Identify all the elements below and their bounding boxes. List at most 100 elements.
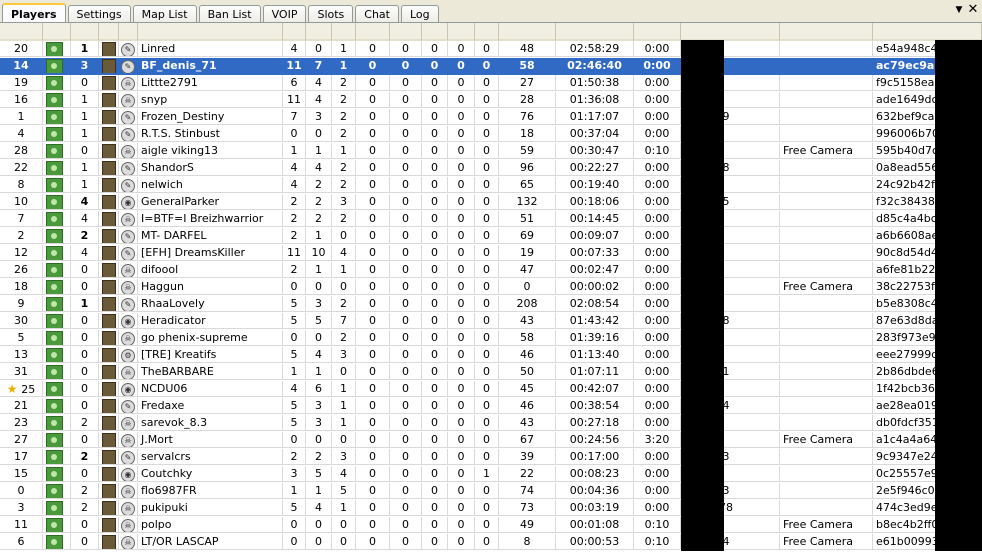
cell-s: 0 bbox=[283, 432, 306, 448]
table-row[interactable]: 201✎Linred401000004802:58:290:0055.165e5… bbox=[0, 41, 982, 58]
cell-sq: 0 bbox=[71, 381, 99, 397]
tab-map-list[interactable]: Map List bbox=[132, 5, 197, 23]
column-header-sui[interactable] bbox=[475, 23, 499, 41]
cell-p: 0 bbox=[422, 449, 448, 465]
column-header-k[interactable] bbox=[306, 23, 332, 41]
column-header-r[interactable] bbox=[99, 23, 119, 41]
rank-icon bbox=[99, 245, 119, 261]
table-row[interactable]: 60☠LT/OR LASCAP00000000800:00:530:10109.… bbox=[0, 534, 982, 551]
column-header-id[interactable] bbox=[0, 23, 43, 41]
tab-ban-list[interactable]: Ban List bbox=[198, 5, 261, 23]
column-header-vehicle[interactable] bbox=[780, 23, 873, 41]
cell-p: 0 bbox=[422, 41, 448, 57]
cell-name: servalcrs bbox=[138, 449, 283, 465]
column-header-hash[interactable] bbox=[873, 23, 982, 41]
table-row[interactable]: 10 4 ◉ GeneralParker 2 2 3 0 0 0 0 0 132 00:18:06 0:00… bbox=[0, 194, 982, 211]
cell-tks: 0 bbox=[356, 126, 390, 142]
cell-time: 00:14:45 bbox=[556, 211, 634, 227]
cell-tkp: 0 bbox=[390, 466, 422, 482]
column-header-ping[interactable] bbox=[499, 23, 556, 41]
table-row[interactable]: 260☠difoool211000004700:02:470:0053.26a6… bbox=[0, 262, 982, 279]
team-icon bbox=[43, 483, 71, 499]
kit-icon: ◉ bbox=[119, 313, 138, 329]
table-row[interactable]: 02☠flo6987FR115000007400:04:360:00152.12… bbox=[0, 483, 982, 500]
table-row[interactable]: 5 0 ☠ go phenix-supreme 0 0 2 0 0 0 0 0 58 01:39:16 0:… bbox=[0, 330, 982, 347]
table-row[interactable]: 28 0 ☠ aigle viking13 1 1 1 0 0 0 0 0 59 00:30:47 0:10… bbox=[0, 143, 982, 160]
table-row[interactable]: ★ 250◉NCDU06461000004500:42:070:0077.209… bbox=[0, 381, 982, 398]
close-icon[interactable]: ✕ bbox=[966, 3, 980, 17]
column-header-s[interactable] bbox=[283, 23, 306, 41]
column-header-ip[interactable] bbox=[681, 23, 780, 41]
team-icon bbox=[43, 347, 71, 363]
cell-idle: 0:10 bbox=[634, 534, 681, 550]
table-row[interactable]: 12 4 ✎ [EFH] DreamsKiller 11 10 4 0 0 0 0 0 19 00:07:… bbox=[0, 245, 982, 262]
tab-chat[interactable]: Chat bbox=[355, 5, 399, 23]
table-row[interactable]: 81✎nelwich422000006500:19:400:005.9624c9… bbox=[0, 177, 982, 194]
table-row[interactable]: 22✎MT- DARFEL210000006900:09:070:006.119… bbox=[0, 228, 982, 245]
column-header-sq[interactable] bbox=[71, 23, 99, 41]
cell-k: 0 bbox=[306, 126, 332, 142]
column-header-f[interactable] bbox=[448, 23, 475, 41]
cell-tkp: 0 bbox=[390, 432, 422, 448]
column-header-time[interactable] bbox=[556, 23, 634, 41]
table-row[interactable]: 221✎ShandorS442000009600:22:270:00108.21… bbox=[0, 160, 982, 177]
table-row[interactable]: 11✎Frozen_Destiny732000007601:17:070:002… bbox=[0, 109, 982, 126]
table-row[interactable]: 300◉Heradicator557000004301:43:420:00192… bbox=[0, 313, 982, 330]
table-row[interactable]: 143✎BF_denis_711171000005802:46:400:0080… bbox=[0, 58, 982, 75]
column-header-name[interactable] bbox=[138, 23, 283, 41]
column-header-p[interactable] bbox=[422, 23, 448, 41]
cell-idle: 0:00 bbox=[634, 449, 681, 465]
cell-d: 2 bbox=[332, 109, 356, 125]
table-row[interactable]: 190☠Littte2791642000002701:50:380:00114f… bbox=[0, 75, 982, 92]
tab-voip[interactable]: VOIP bbox=[262, 5, 307, 23]
cell-s: 5 bbox=[283, 313, 306, 329]
cell-sq: 0 bbox=[71, 347, 99, 363]
table-row[interactable]: 150◉Coutchky354000012200:08:230:001.1410… bbox=[0, 466, 982, 483]
cell-sui: 0 bbox=[475, 398, 499, 414]
cell-tkp: 0 bbox=[390, 109, 422, 125]
cell-sq: 1 bbox=[71, 92, 99, 108]
player-id: 10 bbox=[0, 194, 43, 210]
table-row[interactable]: 7 4 ☠ I=BTF=I Breizhwarrior 2 2 2 0 0 0 0 0 51 00:14:… bbox=[0, 211, 982, 228]
cell-ping: 74 bbox=[499, 483, 556, 499]
table-row[interactable]: 310☠TheBARBARE110000005001:07:110:00235.… bbox=[0, 364, 982, 381]
cell-ping: 47 bbox=[499, 262, 556, 278]
table-row[interactable]: 172✎servalcrs223000003900:17:000:00185.1… bbox=[0, 449, 982, 466]
cell-sui: 0 bbox=[475, 296, 499, 312]
table-row[interactable]: 13 0 ⚙ [TRE] Kreatifs 5 4 3 0 0 0 0 0 46 01:13:40 0:00… bbox=[0, 347, 982, 364]
table-row[interactable]: 91✎RhaaLovely5320000020802:08:540:003.10… bbox=[0, 296, 982, 313]
kit-icon: ✎ bbox=[119, 109, 138, 125]
cell-vehicle bbox=[780, 109, 873, 125]
tab-settings[interactable]: Settings bbox=[67, 5, 131, 23]
column-header-t[interactable] bbox=[43, 23, 71, 41]
tab-players[interactable]: Players bbox=[2, 3, 66, 24]
rank-icon bbox=[99, 296, 119, 312]
cell-name: J.Mort bbox=[138, 432, 283, 448]
tab-dropdown-icon[interactable]: ▼ bbox=[952, 3, 966, 17]
cell-name: NCDU06 bbox=[138, 381, 283, 397]
table-row[interactable]: 110☠polpo000000004900:01:080:1083.238Fre… bbox=[0, 517, 982, 534]
cell-s: 11 bbox=[283, 58, 306, 74]
tab-log[interactable]: Log bbox=[401, 5, 439, 23]
table-row[interactable]: 210✎Fredaxe531000004600:38:540:00177.184… bbox=[0, 398, 982, 415]
column-header-kit[interactable] bbox=[119, 23, 138, 41]
column-header-tks[interactable] bbox=[356, 23, 390, 41]
table-row[interactable]: 270☠J.Mort000000006700:24:563:20116.48Fr… bbox=[0, 432, 982, 449]
table-row[interactable]: 180☠Haggun00000000000:00:020:005.201Free… bbox=[0, 279, 982, 296]
kit-icon: ☠ bbox=[119, 415, 138, 431]
cell-vehicle bbox=[780, 449, 873, 465]
column-header-d[interactable] bbox=[332, 23, 356, 41]
table-row[interactable]: 232☠sarevok_8.3531000004300:27:180:0053.… bbox=[0, 415, 982, 432]
cell-p: 0 bbox=[422, 313, 448, 329]
cell-tkp: 0 bbox=[390, 330, 422, 346]
table-row[interactable]: 161☠snyp1142000002801:36:080:004.96ade16… bbox=[0, 92, 982, 109]
table-row[interactable]: 4 1 ✎ R.T.S. Stinbust 0 0 2 0 0 0 0 0 18 00:37:04 0:00… bbox=[0, 126, 982, 143]
cell-tks: 0 bbox=[356, 330, 390, 346]
tab-slots[interactable]: Slots bbox=[308, 5, 354, 23]
table-row[interactable]: 32☠pukipuki541000007300:03:190:005.93.17… bbox=[0, 500, 982, 517]
cell-sui: 0 bbox=[475, 228, 499, 244]
column-header-idle[interactable] bbox=[634, 23, 681, 41]
column-header-tkp[interactable] bbox=[390, 23, 422, 41]
player-id: 9 bbox=[0, 296, 43, 312]
rank-icon bbox=[99, 466, 119, 482]
